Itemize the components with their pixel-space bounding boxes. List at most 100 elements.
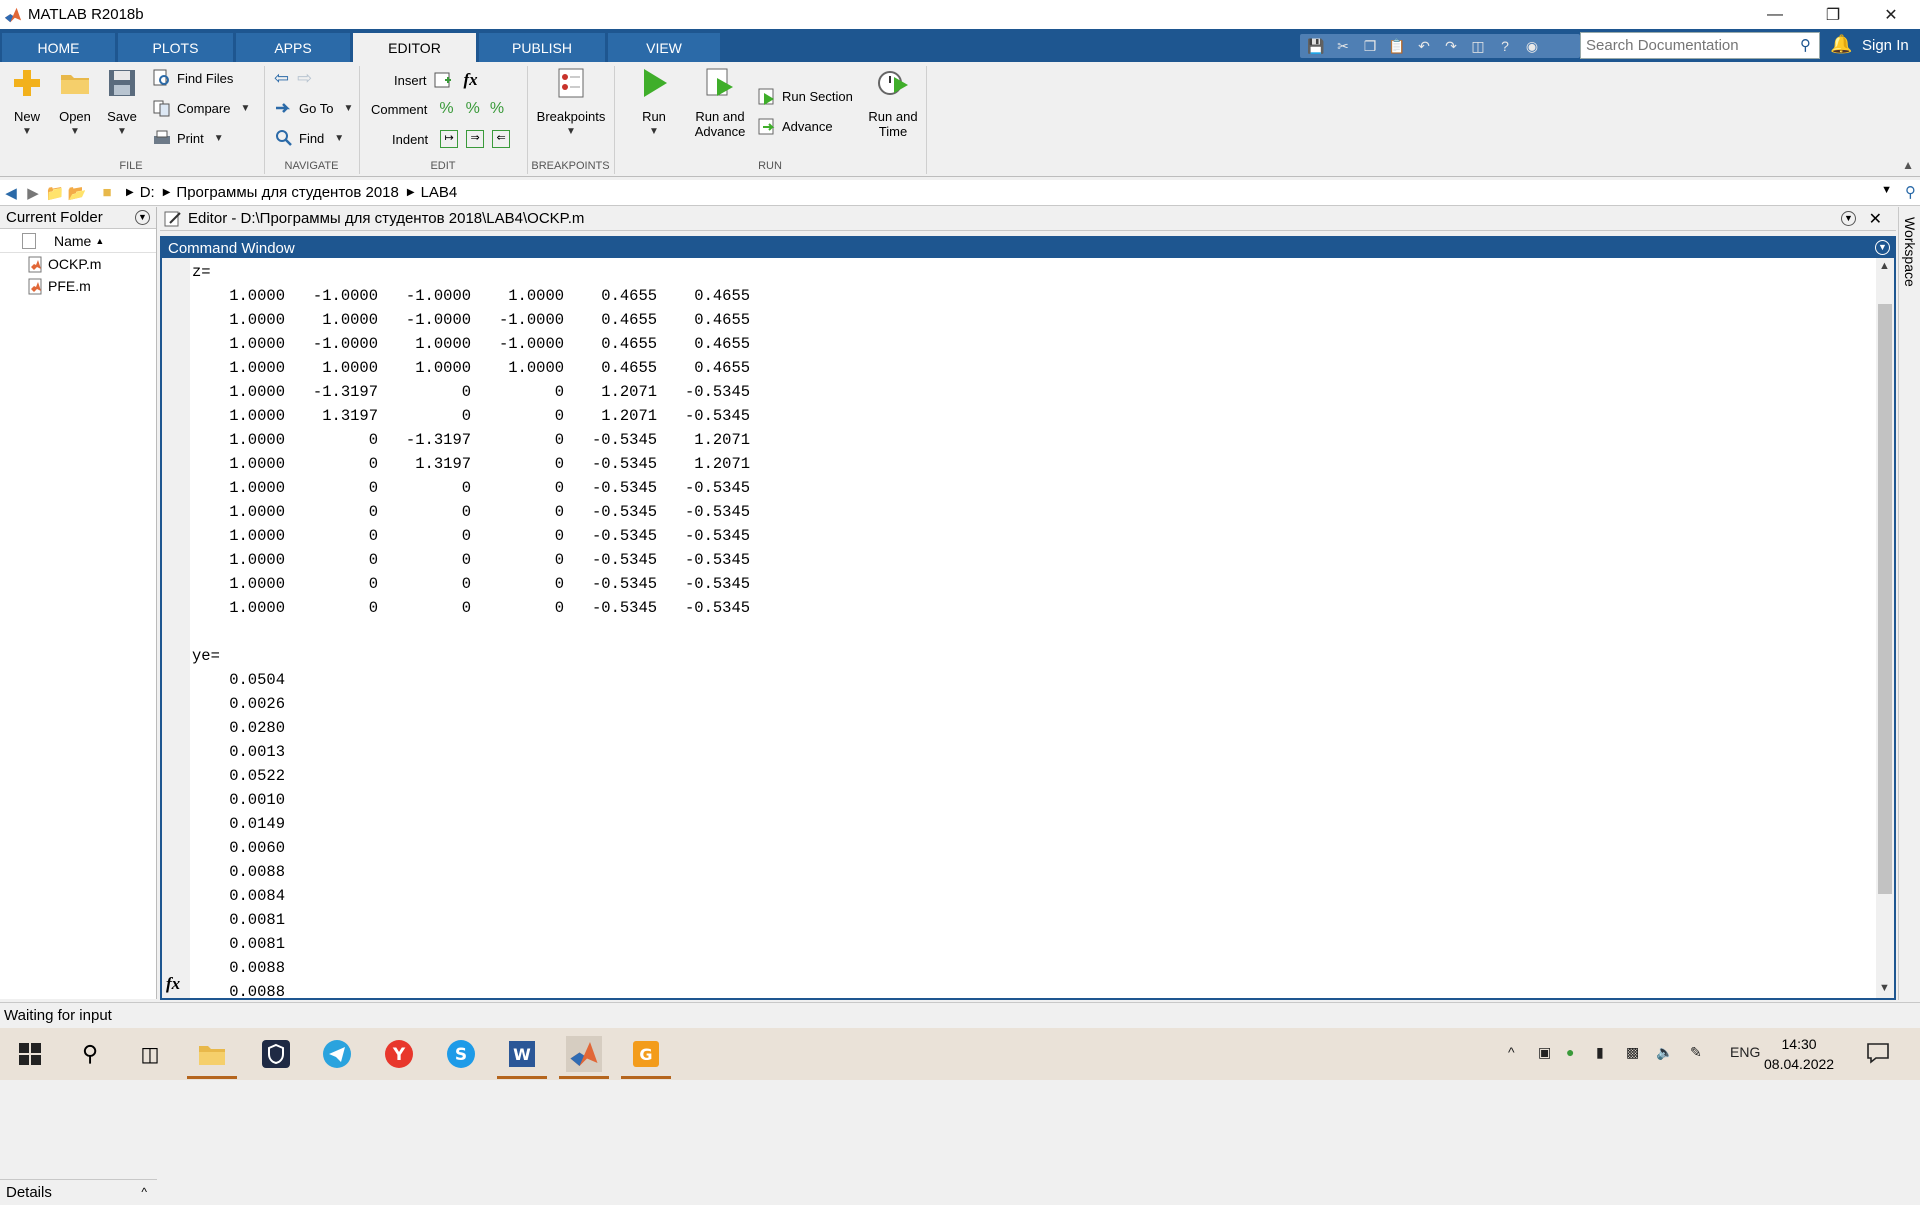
browse-folder-icon[interactable]: 📂: [66, 182, 88, 204]
scroll-down-icon[interactable]: ▼: [1879, 982, 1890, 994]
tab-publish[interactable]: PUBLISH: [479, 33, 605, 62]
command-window[interactable]: Command Window ▼ fx z= 1.0000 -1.0000 -1…: [160, 236, 1896, 1001]
vertical-scrollbar[interactable]: ▲ ▼: [1876, 258, 1894, 998]
run-and-time-button[interactable]: Run and Time: [863, 66, 923, 139]
app-tray-icon[interactable]: ●: [1566, 1044, 1574, 1060]
workspace-side-tab[interactable]: Workspace: [1898, 207, 1920, 1000]
run-and-advance-button[interactable]: Run and Advance: [690, 66, 750, 139]
skype-icon[interactable]: S: [443, 1036, 479, 1072]
panel-actions-icon[interactable]: ▼: [135, 210, 150, 225]
tab-apps[interactable]: APPS: [236, 33, 350, 62]
matlab-taskbar-icon[interactable]: [566, 1036, 602, 1072]
vpn-shield-icon[interactable]: [258, 1036, 294, 1072]
tab-editor[interactable]: EDITOR: [353, 33, 476, 62]
name-column-header[interactable]: Name ▲: [0, 229, 156, 253]
search-icon[interactable]: ⚲: [1800, 36, 1811, 54]
scroll-up-icon[interactable]: ▲: [1879, 260, 1890, 272]
function-browser-icon[interactable]: fx: [166, 974, 180, 994]
find-files-button[interactable]: Find Files: [152, 68, 233, 88]
battery-icon[interactable]: ▮: [1596, 1044, 1604, 1061]
yandex-browser-icon[interactable]: Y: [381, 1036, 417, 1072]
breakpoints-button[interactable]: Breakpoints ▼: [535, 66, 607, 137]
tab-view[interactable]: VIEW: [608, 33, 720, 62]
save-icon[interactable]: 💾: [1305, 35, 1327, 57]
chevron-up-icon[interactable]: ^: [141, 1185, 147, 1199]
comment-button[interactable]: Comment % % %: [371, 100, 504, 118]
details-panel-header[interactable]: Details ^: [0, 1179, 157, 1205]
search-icon[interactable]: ⚲: [72, 1036, 108, 1072]
community-icon[interactable]: ◉: [1521, 35, 1543, 57]
telegram-icon[interactable]: [319, 1036, 355, 1072]
smart-indent-icon[interactable]: ↦: [440, 130, 459, 148]
open-button[interactable]: Open ▼: [55, 66, 95, 137]
increase-indent-icon[interactable]: ⇒: [466, 130, 485, 148]
svg-text:W: W: [513, 1045, 531, 1064]
search-documentation-input[interactable]: [1580, 32, 1820, 59]
minimize-button[interactable]: —: [1746, 0, 1804, 29]
advance-button[interactable]: Advance: [757, 116, 833, 136]
tab-home[interactable]: HOME: [2, 33, 115, 62]
go-to-button[interactable]: Go To ▼: [274, 98, 353, 118]
notifications-icon[interactable]: [1866, 1042, 1890, 1064]
restore-button[interactable]: ❐: [1804, 0, 1862, 29]
breadcrumb-subfolder[interactable]: LAB4: [421, 184, 458, 201]
uncomment-icon[interactable]: %: [466, 100, 480, 118]
insert-button[interactable]: Insert fx: [394, 70, 478, 90]
switch-windows-icon[interactable]: ◫: [1467, 35, 1489, 57]
forward-arrow-icon[interactable]: ⇨: [297, 68, 312, 89]
word-icon[interactable]: W: [504, 1036, 540, 1072]
back-arrow-icon[interactable]: ⇦: [274, 68, 289, 89]
sign-in-link[interactable]: Sign In: [1862, 37, 1909, 54]
scrollbar-thumb[interactable]: [1878, 304, 1892, 894]
paste-icon[interactable]: 📋: [1386, 35, 1408, 57]
notification-bell-icon[interactable]: 🔔: [1830, 34, 1852, 55]
run-section-button[interactable]: Run Section: [757, 86, 853, 106]
indent-button[interactable]: Indent ↦ ⇒ ⇐: [392, 130, 511, 148]
back-forward-buttons[interactable]: ⇦ ⇨: [274, 68, 312, 89]
tab-plots[interactable]: PLOTS: [118, 33, 233, 62]
forward-icon[interactable]: ▶: [22, 182, 44, 204]
network-icon[interactable]: ▩: [1626, 1044, 1639, 1061]
redo-icon[interactable]: ↷: [1440, 35, 1462, 57]
insert-function-icon[interactable]: fx: [464, 70, 478, 90]
active-indicator: [621, 1076, 671, 1079]
run-button[interactable]: Run ▼: [636, 66, 672, 137]
help-icon[interactable]: ?: [1494, 35, 1516, 57]
volume-icon[interactable]: 🔈: [1656, 1044, 1673, 1061]
windows-start-icon[interactable]: [12, 1036, 48, 1072]
pen-icon[interactable]: ✎: [1690, 1044, 1702, 1061]
command-window-actions-icon[interactable]: ▼: [1875, 240, 1890, 255]
file-explorer-icon[interactable]: [194, 1036, 230, 1072]
print-button[interactable]: Print ▼: [152, 128, 224, 148]
back-icon[interactable]: ◀: [0, 182, 22, 204]
address-dropdown-icon[interactable]: ▼: [1881, 184, 1892, 196]
undo-icon[interactable]: ↶: [1413, 35, 1435, 57]
task-view-icon[interactable]: ◫: [132, 1036, 168, 1072]
comment-icon[interactable]: %: [439, 100, 453, 118]
editor-actions-icon[interactable]: ▼: [1841, 211, 1856, 226]
wrap-comments-icon[interactable]: %: [490, 100, 504, 118]
breadcrumb-folder[interactable]: Программы для студентов 2018: [176, 184, 398, 201]
language-indicator[interactable]: ENG: [1730, 1044, 1760, 1060]
show-hidden-icons-icon[interactable]: ^: [1508, 1044, 1515, 1060]
command-output[interactable]: z= 1.0000 -1.0000 -1.0000 1.0000 0.4655 …: [192, 260, 750, 1004]
decrease-indent-icon[interactable]: ⇐: [492, 130, 511, 148]
compare-button[interactable]: Compare ▼: [152, 98, 250, 118]
save-button[interactable]: Save ▼: [103, 66, 141, 137]
cut-icon[interactable]: ✂: [1332, 35, 1354, 57]
file-item[interactable]: OCKP.m: [0, 253, 156, 275]
new-button[interactable]: New ▼: [8, 66, 46, 137]
close-button[interactable]: ✕: [1862, 0, 1920, 29]
meet-now-icon[interactable]: ▣: [1538, 1044, 1551, 1061]
close-editor-icon[interactable]: ✕: [1869, 209, 1882, 229]
separator: [614, 66, 615, 174]
clock[interactable]: 14:30 08.04.2022: [1764, 1034, 1834, 1074]
pdf-app-icon[interactable]: G: [628, 1036, 664, 1072]
breadcrumb-drive[interactable]: D:: [140, 184, 155, 201]
find-button[interactable]: Find ▼: [274, 128, 344, 148]
file-item[interactable]: PFE.m: [0, 275, 156, 297]
up-folder-icon[interactable]: 📁: [44, 182, 66, 204]
copy-icon[interactable]: ❐: [1359, 35, 1381, 57]
search-folder-icon[interactable]: ⚲: [1905, 183, 1916, 201]
collapse-ribbon-icon[interactable]: ▲: [1902, 158, 1914, 172]
